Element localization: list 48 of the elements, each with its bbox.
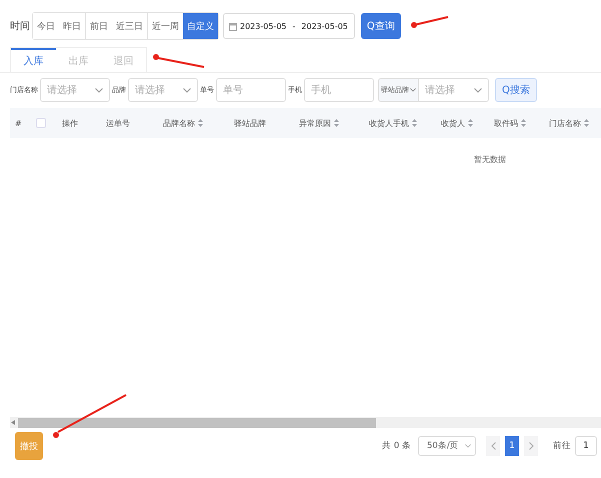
filter-field[interactable]: 手机: [304, 78, 374, 102]
scroll-left-icon[interactable]: [11, 420, 15, 425]
chevron-icon: [474, 88, 482, 92]
next-page-button[interactable]: [524, 436, 538, 456]
sort-icon[interactable]: [584, 119, 589, 127]
filter-field[interactable]: 请选择: [128, 78, 198, 102]
total-count: 共 0 条: [382, 440, 411, 452]
sort-icon[interactable]: [521, 119, 526, 127]
column-header: 门店名称: [549, 118, 581, 128]
filter-field[interactable]: 单号: [216, 78, 286, 102]
select-all-checkbox[interactable]: [36, 118, 46, 128]
column-header: 操作: [62, 118, 78, 128]
calendar-icon: [229, 22, 237, 30]
sort-icon[interactable]: [412, 119, 417, 127]
page-size-select[interactable]: 50条/页: [418, 436, 476, 456]
chevron-left-icon: [490, 442, 496, 450]
filter-field[interactable]: 请选择: [419, 78, 489, 102]
annotation-arrow: [150, 52, 206, 70]
empty-text: 暂无数据: [474, 155, 506, 164]
column-header: 驿站品牌: [234, 118, 266, 128]
chevron-icon: [465, 444, 471, 448]
page-input[interactable]: 1: [575, 436, 597, 456]
time-label: 时间: [10, 20, 30, 33]
column-header: 异常原因: [299, 118, 331, 128]
chevron-icon: [95, 88, 103, 92]
column-header: #: [15, 118, 22, 128]
page-number[interactable]: 1: [505, 436, 519, 456]
column-header: 品牌名称: [163, 118, 195, 128]
sort-icon[interactable]: [334, 119, 339, 127]
previous-page-button[interactable]: [486, 436, 500, 456]
time-range-button[interactable]: 自定义: [183, 13, 218, 39]
revoke-button[interactable]: 撤投: [15, 432, 43, 460]
sort-icon[interactable]: [198, 119, 203, 127]
annotation-arrow: [408, 14, 450, 30]
chevron-icon: [183, 88, 191, 92]
column-header: 取件码: [494, 118, 518, 128]
chevron-right-icon: [528, 442, 534, 450]
search-button[interactable]: Q搜索: [495, 78, 537, 102]
column-header: 运单号: [106, 118, 130, 128]
column-header: 收货人: [441, 118, 465, 128]
filter-field[interactable]: 请选择: [40, 78, 110, 102]
goto-label: 前往: [553, 440, 571, 452]
query-button[interactable]: Q查询: [360, 13, 401, 39]
sort-icon[interactable]: [468, 119, 473, 127]
scrollbar-thumb[interactable]: [18, 418, 376, 428]
date-range-field[interactable]: 2023-05-05 - 2023-05-05: [223, 13, 355, 39]
column-header: 收货人手机: [369, 118, 409, 128]
chevron-icon: [410, 88, 416, 92]
